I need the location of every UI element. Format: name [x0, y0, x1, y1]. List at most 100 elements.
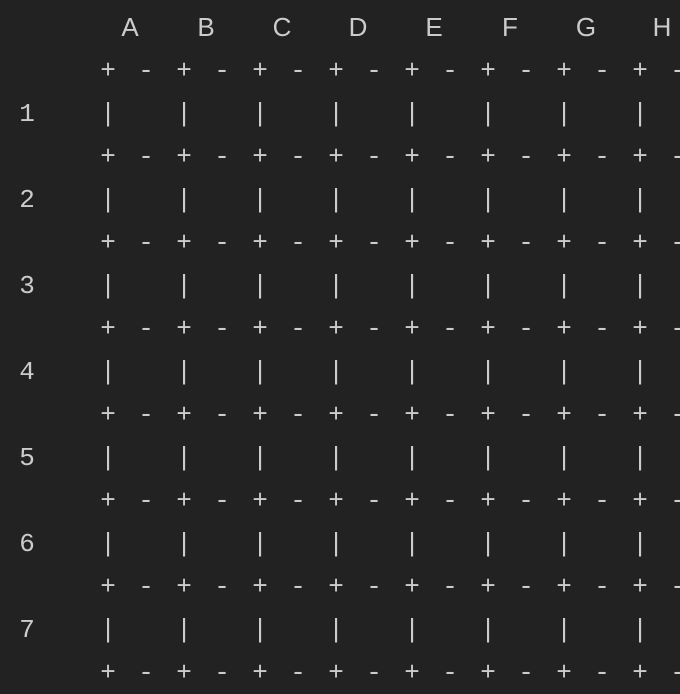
grid-wall-cell: |	[554, 443, 630, 473]
dash-icon: -	[498, 56, 554, 86]
plus-icon: +	[630, 572, 650, 602]
grid-corner-cell: +-	[326, 658, 402, 688]
grid-corner-cell: +-	[326, 400, 402, 430]
row-header-4: 4	[0, 357, 54, 387]
grid-border-row-2: +-+-+-+-+-+-+-+-+	[0, 221, 680, 264]
pipe-icon: |	[250, 99, 270, 129]
grid-corner-cell: +-	[402, 572, 478, 602]
plus-icon: +	[174, 572, 194, 602]
pipe-icon: |	[174, 615, 194, 645]
dash-icon: -	[194, 486, 250, 516]
grid-wall-cell: |	[326, 443, 402, 473]
grid-wall-cell: |	[250, 529, 326, 559]
grid-corner-cell: +-	[630, 486, 680, 516]
plus-icon: +	[402, 486, 422, 516]
grid-wall-cell: |	[630, 99, 680, 129]
grid-corner-cell: +-	[630, 572, 680, 602]
dash-icon: -	[194, 400, 250, 430]
grid-border-row-4: +-+-+-+-+-+-+-+-+	[0, 393, 680, 436]
plus-icon: +	[478, 400, 498, 430]
pipe-icon: |	[98, 271, 118, 301]
grid-corner-cell: +-	[250, 572, 326, 602]
pipe-icon: |	[174, 271, 194, 301]
ascii-grid: ABCDEFGH+-+-+-+-+-+-+-+-+1|||||||||+-+-+…	[0, 6, 680, 694]
pipe-icon: |	[250, 185, 270, 215]
row-header-7: 7	[0, 615, 54, 645]
grid-wall-cell: |	[402, 615, 478, 645]
plus-icon: +	[326, 142, 346, 172]
dash-icon: -	[650, 314, 680, 344]
grid-wall-cell: |	[402, 185, 478, 215]
plus-icon: +	[174, 228, 194, 258]
grid-cell-row-5: 5|||||||||	[0, 436, 680, 479]
plus-icon: +	[326, 486, 346, 516]
plus-icon: +	[174, 314, 194, 344]
dash-icon: -	[574, 486, 630, 516]
plus-icon: +	[250, 486, 270, 516]
plus-icon: +	[174, 56, 194, 86]
pipe-icon: |	[554, 443, 574, 473]
plus-icon: +	[402, 228, 422, 258]
grid-corner-cell: +-	[478, 142, 554, 172]
plus-icon: +	[478, 142, 498, 172]
plus-icon: +	[250, 142, 270, 172]
grid-corner-cell: +-	[98, 142, 174, 172]
grid-corner-cell: +-	[554, 228, 630, 258]
dash-icon: -	[422, 486, 478, 516]
grid-wall-cell: |	[554, 185, 630, 215]
grid-wall-cell: |	[174, 357, 250, 387]
dash-icon: -	[650, 142, 680, 172]
column-header-D: D	[320, 12, 396, 43]
pipe-icon: |	[250, 357, 270, 387]
row-header-5: 5	[0, 443, 54, 473]
grid-corner-cell: +-	[478, 56, 554, 86]
plus-icon: +	[402, 400, 422, 430]
plus-icon: +	[630, 658, 650, 688]
dash-icon: -	[422, 314, 478, 344]
grid-wall-cell: |	[98, 271, 174, 301]
pipe-icon: |	[174, 99, 194, 129]
grid-corner-cell: +-	[402, 56, 478, 86]
pipe-icon: |	[478, 529, 498, 559]
grid-wall-cell: |	[250, 271, 326, 301]
grid-wall-cell: |	[326, 271, 402, 301]
plus-icon: +	[98, 314, 118, 344]
grid-wall-cell: |	[250, 357, 326, 387]
pipe-icon: |	[554, 185, 574, 215]
grid-wall-cell: |	[98, 615, 174, 645]
dash-icon: -	[270, 572, 326, 602]
plus-icon: +	[174, 400, 194, 430]
plus-icon: +	[630, 314, 650, 344]
row-header-label: 2	[19, 185, 35, 215]
grid-corner-cell: +-	[174, 400, 250, 430]
plus-icon: +	[478, 486, 498, 516]
pipe-icon: |	[98, 357, 118, 387]
grid-corner-cell: +-	[250, 486, 326, 516]
plus-icon: +	[554, 142, 574, 172]
dash-icon: -	[346, 228, 402, 258]
plus-icon: +	[250, 658, 270, 688]
grid-corner-cell: +-	[98, 572, 174, 602]
dash-icon: -	[270, 658, 326, 688]
grid-wall-cell: |	[554, 357, 630, 387]
grid-corner-cell: +-	[174, 658, 250, 688]
plus-icon: +	[326, 56, 346, 86]
plus-icon: +	[98, 658, 118, 688]
column-header-label: A	[121, 12, 138, 42]
grid-wall-cell: |	[174, 271, 250, 301]
plus-icon: +	[554, 314, 574, 344]
grid-corner-cell: +-	[250, 658, 326, 688]
plus-icon: +	[478, 228, 498, 258]
grid-wall-cell: |	[630, 357, 680, 387]
row-header-2: 2	[0, 185, 54, 215]
dash-icon: -	[498, 486, 554, 516]
grid-wall-cell: |	[630, 443, 680, 473]
grid-wall-cell: |	[478, 443, 554, 473]
plus-icon: +	[478, 56, 498, 86]
plus-icon: +	[554, 486, 574, 516]
grid-cell-row-1: 1|||||||||	[0, 92, 680, 135]
dash-icon: -	[422, 572, 478, 602]
pipe-icon: |	[630, 185, 650, 215]
dash-icon: -	[194, 56, 250, 86]
row-header-3: 3	[0, 271, 54, 301]
